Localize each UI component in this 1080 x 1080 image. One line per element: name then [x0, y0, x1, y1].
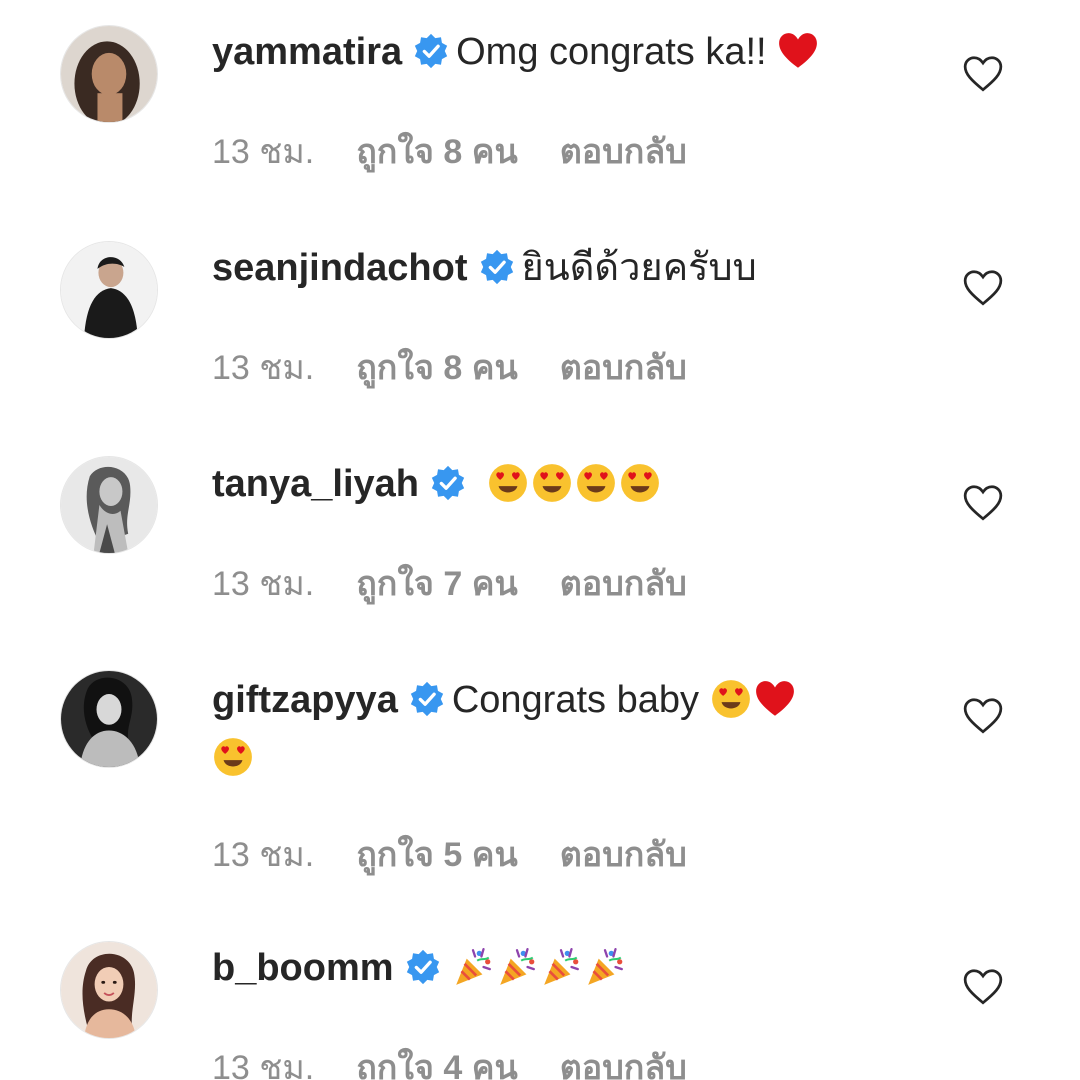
comment-text: ยินดีด้วยครับบ	[521, 247, 757, 289]
avatar-image	[61, 457, 157, 553]
timestamp: 13 ชม.	[212, 836, 315, 874]
reply-button[interactable]: ตอบกลับ	[560, 1049, 687, 1080]
avatar[interactable]	[60, 941, 158, 1039]
reply-button[interactable]: ตอบกลับ	[560, 349, 687, 387]
avatar-image	[61, 26, 157, 122]
timestamp: 13 ชม.	[212, 565, 315, 603]
likes-count[interactable]: ถูกใจ 4 คน	[356, 1049, 517, 1080]
like-heart-icon[interactable]	[962, 53, 1004, 95]
username[interactable]: seanjindachot	[212, 247, 468, 289]
avatar-image	[61, 942, 157, 1038]
heart-eyes-icon	[212, 736, 254, 778]
comment-body: giftzapyya Congrats baby	[212, 671, 912, 787]
comment-meta: 13 ชม. ถูกใจ 8 คน ตอบกลับ	[212, 124, 729, 178]
comment-body: yammatira Omg congrats ka!!	[212, 23, 912, 81]
comment-text: Omg congrats ka!!	[456, 31, 778, 73]
timestamp: 13 ชม.	[212, 133, 315, 171]
verified-badge-icon	[429, 464, 467, 502]
comment-text: Congrats baby	[451, 679, 710, 721]
avatar[interactable]	[60, 241, 158, 339]
party-popper-icon	[452, 946, 494, 988]
heart-eyes-icon	[619, 462, 661, 504]
heart-eyes-icon	[487, 462, 529, 504]
comment-list: yammatira Omg congrats ka!! 13 ชม. ถูกใจ 8…	[0, 0, 1080, 1080]
like-heart-icon[interactable]	[962, 966, 1004, 1008]
verified-badge-icon	[408, 680, 446, 718]
avatar[interactable]	[60, 670, 158, 768]
like-heart-icon[interactable]	[962, 267, 1004, 309]
reply-button[interactable]: ตอบกลับ	[560, 565, 687, 603]
username[interactable]: tanya_liyah	[212, 463, 419, 505]
verified-badge-icon	[412, 32, 450, 70]
timestamp: 13 ชม.	[212, 1049, 315, 1080]
timestamp: 13 ชม.	[212, 349, 315, 387]
comment-meta: 13 ชม. ถูกใจ 8 คน ตอบกลับ	[212, 340, 729, 394]
likes-count[interactable]: ถูกใจ 8 คน	[356, 133, 517, 171]
comment-meta: 13 ชม. ถูกใจ 7 คน ตอบกลับ	[212, 556, 729, 610]
avatar[interactable]	[60, 25, 158, 123]
avatar-image	[61, 671, 157, 767]
likes-count[interactable]: ถูกใจ 7 คน	[356, 565, 517, 603]
verified-badge-icon	[404, 948, 442, 986]
username[interactable]: b_boomm	[212, 947, 394, 989]
avatar-image	[61, 242, 157, 338]
comment-body: b_boomm	[212, 939, 912, 997]
party-popper-icon	[540, 946, 582, 988]
likes-count[interactable]: ถูกใจ 5 คน	[356, 836, 517, 874]
verified-badge-icon	[478, 248, 516, 286]
party-popper-icon	[496, 946, 538, 988]
heart-eyes-icon	[710, 678, 752, 720]
avatar[interactable]	[60, 456, 158, 554]
reply-button[interactable]: ตอบกลับ	[560, 133, 687, 171]
heart-eyes-icon	[575, 462, 617, 504]
username[interactable]: yammatira	[212, 31, 402, 73]
like-heart-icon[interactable]	[962, 482, 1004, 524]
red-heart-icon	[777, 30, 819, 72]
comment-meta: 13 ชม. ถูกใจ 4 คน ตอบกลับ	[212, 1040, 729, 1080]
comment-body: seanjindachot ยินดีด้วยครับบ	[212, 239, 912, 297]
likes-count[interactable]: ถูกใจ 8 คน	[356, 349, 517, 387]
red-heart-icon	[754, 678, 796, 720]
username[interactable]: giftzapyya	[212, 679, 398, 721]
comment-body: tanya_liyah	[212, 455, 912, 513]
reply-button[interactable]: ตอบกลับ	[560, 836, 687, 874]
like-heart-icon[interactable]	[962, 695, 1004, 737]
party-popper-icon	[584, 946, 626, 988]
comment-meta: 13 ชม. ถูกใจ 5 คน ตอบกลับ	[212, 827, 729, 881]
heart-eyes-icon	[531, 462, 573, 504]
